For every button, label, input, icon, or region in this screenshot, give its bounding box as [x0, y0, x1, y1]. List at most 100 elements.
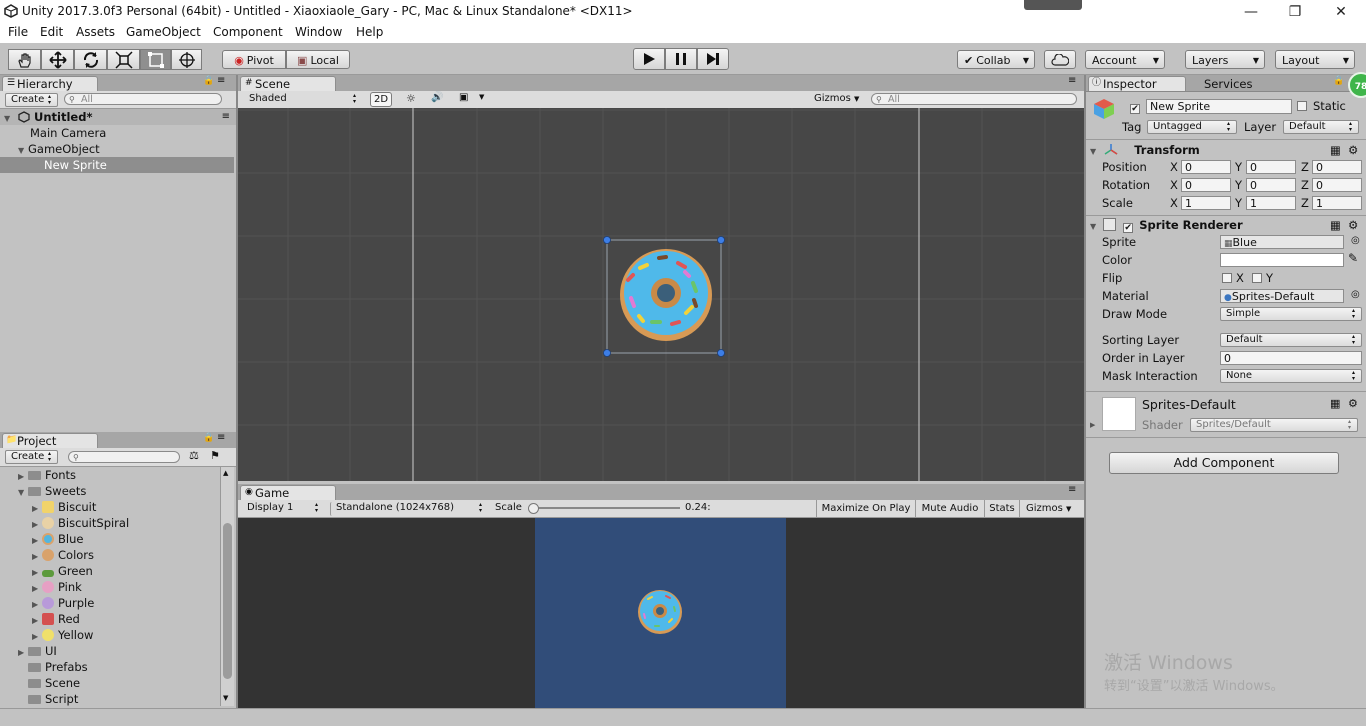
game-gizmos-dropdown[interactable]: Gizmos ▼ [1019, 500, 1079, 517]
help-book-icon[interactable]: ▦ [1330, 141, 1341, 159]
object-picker-icon[interactable]: ◎ [1351, 235, 1360, 246]
effects-dropdown-icon[interactable]: ▼ [479, 93, 484, 101]
eyedropper-icon[interactable]: ✎ [1348, 251, 1358, 265]
project-search-input[interactable]: ⚲ [68, 451, 180, 463]
project-item-green[interactable]: ▶ Green [32, 563, 93, 579]
lock-icon[interactable]: 🔒 [203, 76, 214, 86]
project-scrollbar[interactable]: ▲ ▼ [220, 467, 234, 706]
menu-edit[interactable]: Edit [40, 25, 63, 39]
flip-y-checkbox[interactable] [1252, 272, 1262, 285]
collab-button[interactable]: ✔ Collab ▼ [957, 50, 1035, 69]
project-item-red[interactable]: ▶ Red [32, 611, 80, 627]
scale-x-field[interactable]: 1 [1181, 196, 1231, 210]
panel-menu-icon[interactable]: ≡ [217, 75, 225, 86]
gear-icon[interactable]: ⚙ [1348, 216, 1358, 234]
rotation-x-field[interactable]: 0 [1181, 178, 1231, 192]
help-book-icon[interactable]: ▦ [1330, 397, 1340, 410]
project-item-pink[interactable]: ▶ Pink [32, 579, 82, 595]
project-item-biscuitspiral[interactable]: ▶ BiscuitSpiral [32, 515, 129, 531]
tag-dropdown[interactable]: Untagged [1147, 120, 1237, 134]
layer-dropdown[interactable]: Default [1283, 120, 1359, 134]
active-checkbox[interactable] [1130, 100, 1140, 114]
lock-icon[interactable]: 🔒 [1333, 76, 1344, 86]
scale-z-field[interactable]: 1 [1312, 196, 1362, 210]
donut-sprite[interactable] [620, 249, 712, 341]
project-item-scene[interactable]: Scene [18, 675, 80, 691]
project-create-dropdown[interactable]: Create [5, 450, 58, 464]
panel-menu-icon[interactable]: ≡ [217, 432, 225, 443]
tab-project[interactable]: 📁 Project [2, 433, 98, 448]
local-toggle-button[interactable]: ▣ Local [286, 50, 350, 69]
menu-gameobject[interactable]: GameObject [126, 25, 201, 39]
project-item-blue[interactable]: ▶ Blue [32, 531, 83, 547]
draw-mode-dropdown[interactable]: Simple [1220, 307, 1362, 321]
filter-type-icon[interactable]: ⚖ [189, 449, 199, 462]
close-button[interactable]: ✕ [1318, 2, 1364, 22]
scene-menu-icon[interactable]: ≡ [222, 109, 230, 125]
rotation-y-field[interactable]: 0 [1246, 178, 1296, 192]
scrollbar-thumb[interactable] [223, 523, 232, 679]
sorting-layer-dropdown[interactable]: Default [1220, 333, 1362, 347]
game-viewport[interactable] [238, 518, 1084, 708]
scale-y-field[interactable]: 1 [1246, 196, 1296, 210]
tab-inspector[interactable]: ⓘ Inspector [1088, 76, 1186, 91]
project-item-sweets[interactable]: ▼ Sweets [18, 483, 86, 499]
maximize-on-play-toggle[interactable]: Maximize On Play [816, 500, 915, 517]
transform-header[interactable]: ▼ Transform ▦ ⚙ [1090, 141, 1364, 159]
project-item-colors[interactable]: ▶ Colors [32, 547, 94, 563]
display-dropdown[interactable]: Display 1 [242, 502, 324, 516]
panel-menu-icon[interactable]: ≡ [1068, 75, 1076, 86]
position-y-field[interactable]: 0 [1246, 160, 1296, 174]
menu-help[interactable]: Help [356, 25, 383, 39]
layout-dropdown[interactable]: Layout ▼ [1275, 50, 1355, 69]
panel-menu-icon[interactable]: ≡ [1068, 484, 1076, 495]
project-item-biscuit[interactable]: ▶ Biscuit [32, 499, 96, 515]
menu-file[interactable]: File [8, 25, 28, 39]
project-item-script[interactable]: Script [18, 691, 78, 707]
2d-mode-toggle[interactable]: 2D [370, 92, 392, 107]
project-item-prefabs[interactable]: Prefabs [18, 659, 88, 675]
mask-interaction-dropdown[interactable]: None [1220, 369, 1362, 383]
position-x-field[interactable]: 0 [1181, 160, 1231, 174]
scroll-down-icon[interactable]: ▼ [223, 694, 228, 702]
color-swatch[interactable] [1220, 253, 1344, 267]
sprite-object-field[interactable]: ▦Blue [1220, 235, 1344, 249]
sprite-renderer-enabled-checkbox[interactable] [1123, 223, 1134, 233]
rotate-tool-button[interactable] [74, 49, 107, 70]
hierarchy-item-gameobject[interactable]: ▼ GameObject [18, 141, 100, 157]
audio-toggle-icon[interactable]: 🔊 [431, 92, 443, 103]
project-item-ui[interactable]: ▶ UI [18, 643, 57, 659]
maximize-button[interactable]: ❐ [1272, 2, 1318, 22]
hand-tool-button[interactable] [8, 49, 41, 70]
material-object-field[interactable]: ●Sprites-Default [1220, 289, 1344, 303]
shading-mode-dropdown[interactable]: Shaded [244, 93, 362, 107]
layers-dropdown[interactable]: Layers ▼ [1185, 50, 1265, 69]
expand-triangle-icon[interactable]: ▶ [1090, 421, 1095, 429]
rotation-z-field[interactable]: 0 [1312, 178, 1362, 192]
tab-scene[interactable]: # Scene [240, 76, 336, 91]
tag-icon[interactable]: ⚑ [210, 449, 220, 462]
scene-search-input[interactable]: ⚲ All [871, 93, 1077, 105]
effects-image-icon[interactable]: ▣ [459, 92, 468, 103]
scene-viewport[interactable] [238, 108, 1084, 481]
gear-icon[interactable]: ⚙ [1348, 397, 1358, 410]
menu-component[interactable]: Component [213, 25, 283, 39]
project-item-yellow[interactable]: ▶ Yellow [32, 627, 93, 643]
tab-hierarchy[interactable]: ☰ Hierarchy [2, 76, 98, 91]
play-button[interactable] [633, 48, 665, 70]
scale-slider-track[interactable] [530, 507, 680, 509]
hierarchy-item-new-sprite[interactable]: New Sprite [0, 157, 234, 173]
lighting-toggle-icon[interactable]: ☼ [406, 92, 416, 105]
scale-tool-button[interactable] [107, 49, 140, 70]
tab-game[interactable]: ◉ Game [240, 485, 336, 500]
object-picker-icon[interactable]: ◎ [1351, 289, 1360, 300]
add-component-button[interactable]: Add Component [1109, 452, 1339, 474]
scale-slider-thumb[interactable] [528, 503, 539, 514]
scene-root-row[interactable]: ▼ Untitled* ≡ [0, 109, 236, 125]
help-book-icon[interactable]: ▦ [1330, 216, 1341, 234]
account-dropdown[interactable]: Account ▼ [1085, 50, 1165, 69]
project-item-purple[interactable]: ▶ Purple [32, 595, 94, 611]
hierarchy-search-input[interactable]: ⚲ All [64, 93, 222, 105]
mute-audio-toggle[interactable]: Mute Audio [915, 500, 984, 517]
sprite-renderer-header[interactable]: ▼ Sprite Renderer ▦ ⚙ [1090, 216, 1364, 234]
